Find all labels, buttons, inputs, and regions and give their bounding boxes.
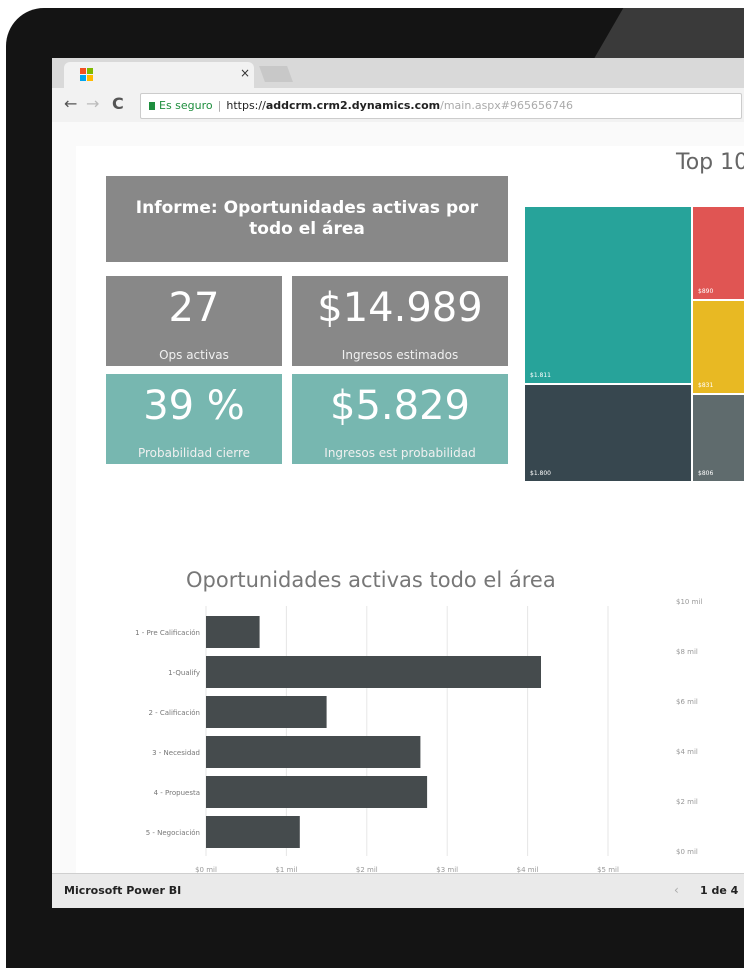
treemap-cell[interactable]: $831 xyxy=(692,300,744,394)
page-indicator: 1 de 4 xyxy=(700,884,739,897)
treemap-cell[interactable]: $890 xyxy=(692,206,744,300)
bar[interactable] xyxy=(206,816,300,848)
forward-arrow-icon[interactable]: → xyxy=(86,94,99,113)
previous-page-button[interactable]: ‹ xyxy=(674,883,679,897)
browser-window: × ← → C Es seguro | https://addcrm.crm2.dy… xyxy=(52,58,744,908)
category-label: 1 - Pre Calificación xyxy=(135,629,200,637)
url-field[interactable]: Es seguro | https://addcrm.crm2.dynamics.c… xyxy=(140,93,742,119)
right-axis-tick: $8 mil xyxy=(676,648,698,656)
treemap-title: Top 10 xyxy=(676,150,744,175)
category-label: 4 - Propuesta xyxy=(154,789,200,797)
right-axis-tick: $0 mil xyxy=(676,848,698,856)
bar[interactable] xyxy=(206,696,327,728)
url-separator: | xyxy=(217,99,222,112)
bar[interactable] xyxy=(206,656,541,688)
back-arrow-icon[interactable]: ← xyxy=(64,94,77,113)
url-scheme: https:// xyxy=(226,99,266,112)
powerbi-brand: Microsoft Power BI xyxy=(64,884,182,897)
close-tab-icon[interactable]: × xyxy=(240,66,250,80)
new-tab-button[interactable] xyxy=(259,66,293,82)
right-axis-tick: $10 mil xyxy=(676,598,703,606)
bar[interactable] xyxy=(206,616,260,648)
tab-bar: × xyxy=(52,58,744,88)
treemap-cell-label: $890 xyxy=(698,288,714,295)
category-label: 2 - Calificación xyxy=(148,709,200,717)
category-label: 5 - Negociación xyxy=(146,829,200,837)
bar[interactable] xyxy=(206,776,428,808)
powerbi-report: Informe: Oportunidades activas por todo … xyxy=(76,146,744,874)
browser-tab[interactable]: × xyxy=(64,62,254,88)
url-path: /main.aspx#965656746 xyxy=(440,99,573,112)
url-host: addcrm.crm2.dynamics.com xyxy=(265,99,441,112)
reload-icon[interactable]: C xyxy=(112,94,124,113)
microsoft-logo-icon xyxy=(80,68,93,81)
powerbi-status-bar: Microsoft Power BI ‹ 1 de 4 xyxy=(52,873,744,908)
category-label: 3 - Necesidad xyxy=(152,749,200,757)
bar-chart: $0 mil $1 mil $2 mil $3 mil $4 mil $5 mil1 - … xyxy=(135,606,619,874)
bar[interactable] xyxy=(206,736,421,768)
secure-label: Es seguro xyxy=(159,99,213,112)
address-bar-row: ← → C Es seguro | https://addcrm.crm2.dyna… xyxy=(52,88,744,123)
treemap-cell[interactable]: $806 xyxy=(692,394,744,482)
treemap-cell-label: $806 xyxy=(698,470,714,477)
lock-icon xyxy=(149,102,155,110)
category-label: 1-Qualify xyxy=(168,669,200,677)
treemap-cell-label: $831 xyxy=(698,382,714,389)
right-axis-tick: $2 mil xyxy=(676,798,698,806)
right-axis-tick: $6 mil xyxy=(676,698,698,706)
right-axis-tick: $4 mil xyxy=(676,748,698,756)
page-content: Informe: Oportunidades activas por todo … xyxy=(52,122,744,874)
